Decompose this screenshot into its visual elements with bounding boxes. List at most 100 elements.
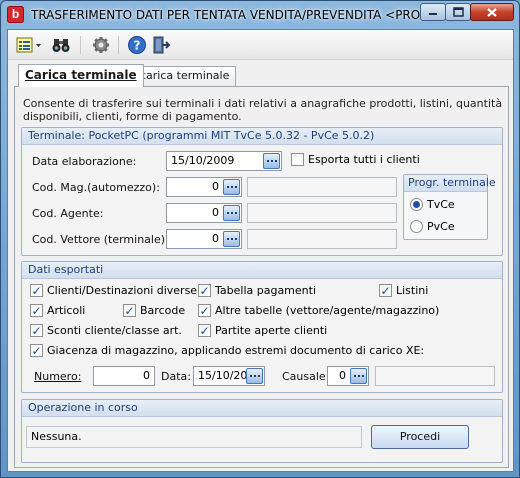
chk-listini-label: Listini — [396, 284, 429, 297]
exit-icon — [153, 36, 171, 54]
cod-agente-label: Cod. Agente: — [32, 207, 104, 220]
chk-barcode-box: ✓ — [123, 303, 136, 318]
terminal-group: Terminale: PocketPC (programmi MIT TvCe … — [21, 127, 503, 256]
tab-carica-terminale[interactable]: Carica terminale — [18, 64, 144, 87]
chk-listini[interactable]: ✓ Listini — [379, 284, 428, 297]
cod-mag-value: 0 — [212, 180, 219, 193]
chk-clienti-box: ✓ — [30, 283, 43, 298]
maximize-icon — [452, 7, 464, 17]
chk-articoli-label: Articoli — [47, 304, 86, 317]
date-picker-button[interactable] — [263, 153, 280, 169]
toolbar: ? — [8, 30, 513, 60]
cod-vettore-lookup-button[interactable] — [223, 231, 240, 247]
cod-agente-lookup-button[interactable] — [223, 205, 240, 221]
radio-tvce-label: TvCe — [427, 198, 455, 211]
search-button[interactable] — [50, 35, 72, 55]
data-elaborazione-label: Data elaborazione: — [32, 155, 137, 168]
cod-agente-value: 0 — [212, 206, 219, 219]
chk-sconti[interactable]: ✓ Sconti cliente/classe art. — [30, 324, 182, 337]
causale-description — [375, 366, 495, 386]
chk-tabella-pagamenti-label: Tabella pagamenti — [215, 284, 317, 297]
client-area: ? Carica terminale Scarica terminale Con… — [7, 29, 514, 472]
chk-tabella-pagamenti[interactable]: ✓ Tabella pagamenti — [198, 284, 316, 297]
chk-barcode-label: Barcode — [140, 304, 186, 317]
progr-terminale-title: Progr. terminale — [404, 175, 496, 192]
causale-field[interactable]: 0 — [327, 366, 369, 386]
chk-tabella-pagamenti-box: ✓ — [198, 283, 211, 298]
cod-vettore-value: 0 — [212, 232, 219, 245]
operation-group: Operazione in corso Nessuna. Procedi — [21, 399, 503, 463]
title-bar[interactable]: b TRASFERIMENTO DATI PER TENTATA VENDITA… — [1, 1, 519, 29]
exit-button[interactable] — [150, 35, 172, 55]
list-options-button[interactable] — [14, 35, 44, 55]
chk-altre-tabelle-box: ✓ — [198, 303, 211, 318]
binoculars-icon — [52, 39, 70, 52]
cod-mag-description — [247, 177, 397, 197]
chk-articoli[interactable]: ✓ Articoli — [30, 304, 85, 317]
export-group-title: Dati esportati — [22, 262, 502, 279]
esporta-tutti-checkbox[interactable]: Esporta tutti i clienti — [291, 153, 420, 166]
chk-giacenza-box: ✓ — [30, 343, 43, 358]
settings-button[interactable] — [90, 35, 112, 55]
data-elaborazione-value: 15/10/2009 — [171, 154, 235, 167]
cod-vettore-label: Cod. Vettore (terminale) — [32, 233, 166, 246]
svg-text:?: ? — [134, 39, 141, 53]
numero-field[interactable]: 0 — [93, 366, 155, 386]
cod-vettore-description — [247, 229, 397, 249]
causale-label: Causale: — [282, 370, 330, 383]
data-field[interactable]: 15/10/2009 — [193, 366, 265, 386]
chk-sconti-box: ✓ — [30, 323, 43, 338]
chk-clienti-label: Clienti/Destinazioni diverse — [47, 284, 198, 297]
esporta-tutti-box — [291, 153, 304, 166]
help-button[interactable]: ? — [126, 35, 148, 55]
radio-tvce[interactable]: TvCe — [410, 198, 455, 211]
cod-agente-description — [247, 203, 397, 223]
gear-icon — [93, 37, 109, 53]
main-window: b TRASFERIMENTO DATI PER TENTATA VENDITA… — [0, 0, 520, 478]
help-icon: ? — [128, 36, 146, 54]
list-options-icon — [16, 37, 41, 53]
chk-giacenza-label: Giacenza di magazzino, applicando estrem… — [47, 344, 425, 357]
data-label: Data: — [161, 370, 191, 383]
chk-altre-tabelle[interactable]: ✓ Altre tabelle (vettore/agente/magazzin… — [198, 304, 439, 317]
radio-pvce-dot — [410, 220, 423, 233]
cod-agente-field[interactable]: 0 — [166, 203, 242, 223]
close-button[interactable] — [470, 3, 514, 21]
chk-clienti[interactable]: ✓ Clienti/Destinazioni diverse — [30, 284, 197, 297]
radio-pvce-label: PvCe — [427, 220, 455, 233]
app-logo-icon: b — [7, 6, 24, 23]
tab-panel: Consente di trasferire sui terminali i d… — [14, 86, 509, 468]
cod-mag-field[interactable]: 0 — [166, 177, 242, 197]
causale-value: 0 — [339, 369, 346, 382]
cod-mag-label: Cod. Mag.(automezzo): — [32, 181, 160, 194]
numero-label: Numero: — [34, 370, 82, 383]
operation-status: Nessuna. — [26, 426, 362, 448]
description-text: Consente di trasferire sui terminali i d… — [23, 97, 503, 123]
export-group: Dati esportati ✓ Clienti/Destinazioni di… — [21, 261, 503, 393]
chk-listini-box: ✓ — [379, 283, 392, 298]
maximize-button[interactable] — [445, 3, 471, 21]
chk-articoli-box: ✓ — [30, 303, 43, 318]
chk-partite-box: ✓ — [198, 323, 211, 338]
chk-sconti-label: Sconti cliente/classe art. — [47, 324, 182, 337]
radio-pvce[interactable]: PvCe — [410, 220, 455, 233]
minimize-icon — [429, 13, 437, 15]
chk-partite[interactable]: ✓ Partite aperte clienti — [198, 324, 327, 337]
terminal-group-title: Terminale: PocketPC (programmi MIT TvCe … — [22, 128, 502, 145]
causale-lookup-button[interactable] — [350, 368, 367, 384]
data-elaborazione-field[interactable]: 15/10/2009 — [166, 151, 282, 171]
data-picker-button[interactable] — [246, 368, 263, 384]
cod-mag-lookup-button[interactable] — [223, 179, 240, 195]
cod-vettore-field[interactable]: 0 — [166, 229, 242, 249]
chk-giacenza[interactable]: ✓ Giacenza di magazzino, applicando estr… — [30, 344, 424, 357]
chk-barcode[interactable]: ✓ Barcode — [123, 304, 185, 317]
toolbar-separator — [118, 36, 119, 54]
radio-tvce-dot — [410, 198, 423, 211]
operation-group-title: Operazione in corso — [22, 400, 502, 417]
chk-partite-label: Partite aperte clienti — [215, 324, 328, 337]
close-icon — [487, 7, 497, 17]
minimize-button[interactable] — [420, 3, 446, 21]
procedi-button[interactable]: Procedi — [371, 425, 469, 449]
toolbar-separator — [80, 36, 81, 54]
chk-altre-tabelle-label: Altre tabelle (vettore/agente/magazzino) — [215, 304, 440, 317]
